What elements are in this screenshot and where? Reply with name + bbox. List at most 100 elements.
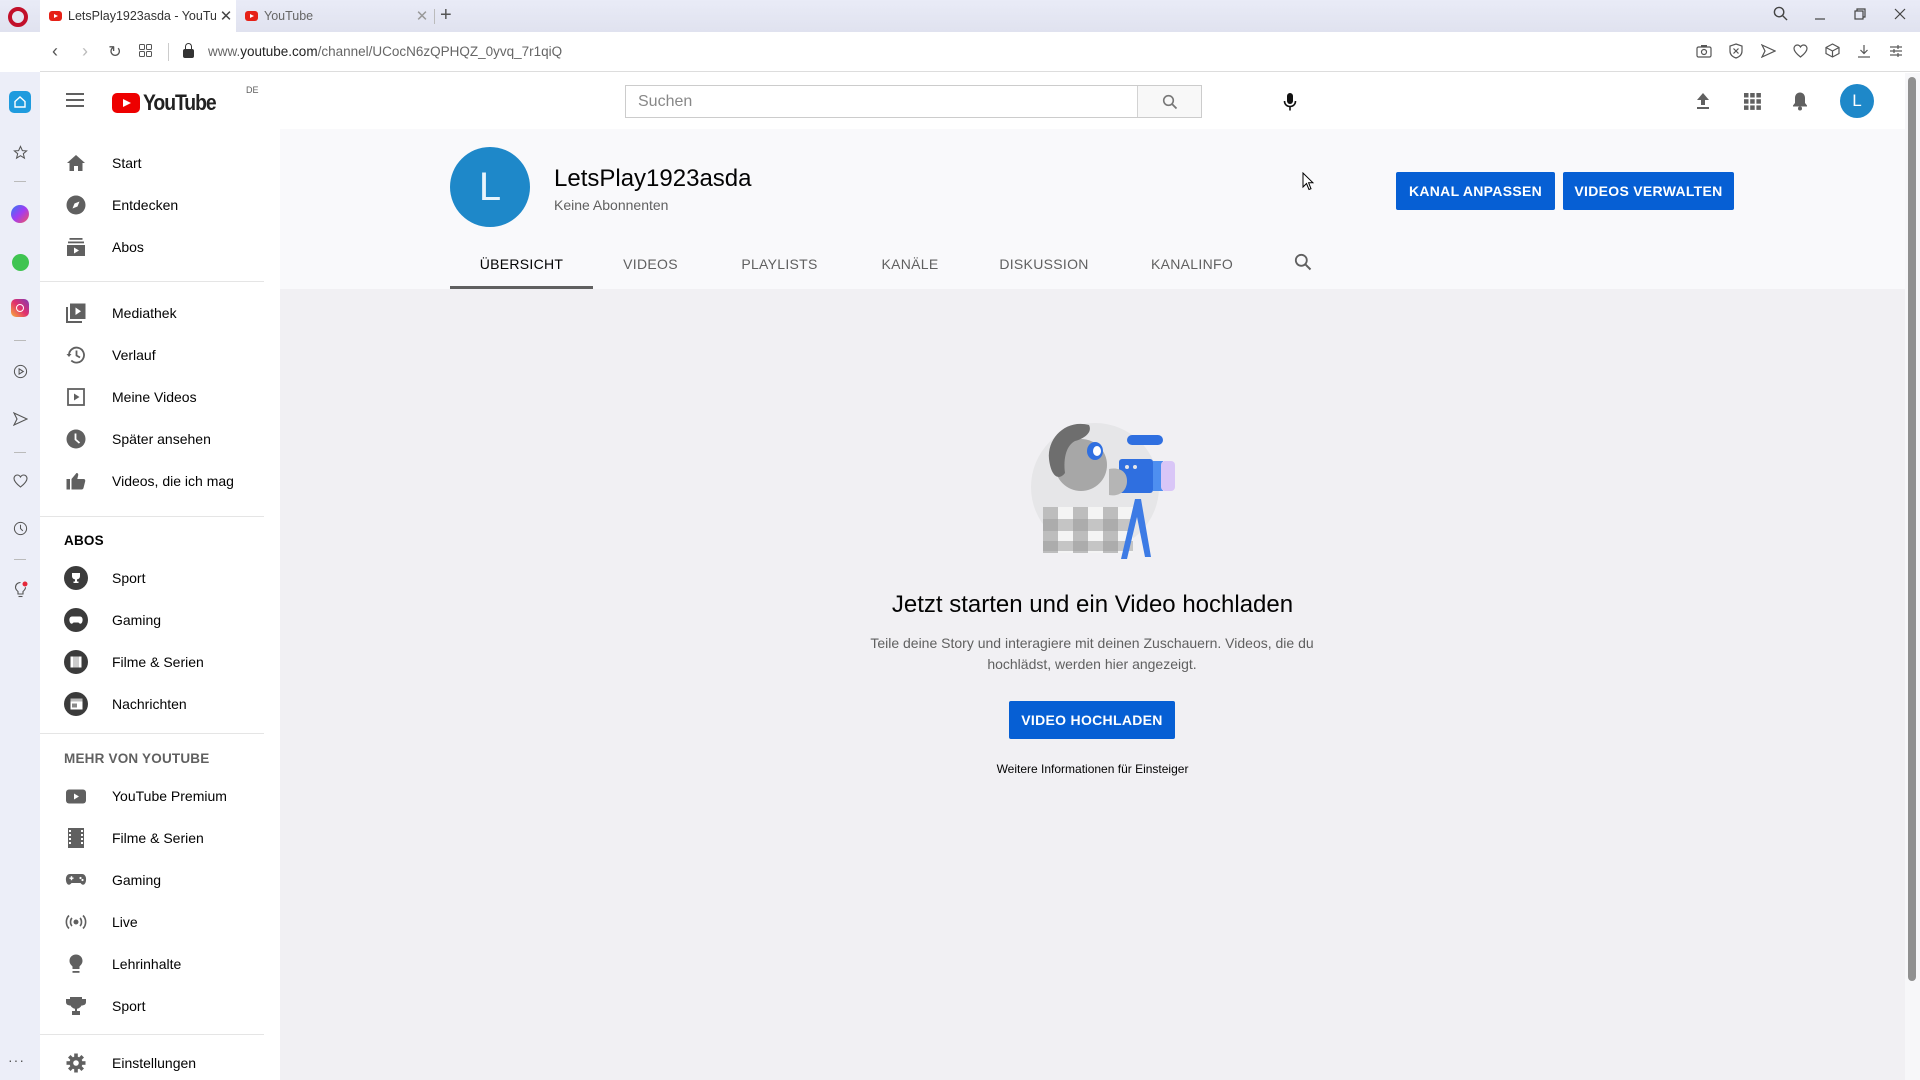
tab-kanalinfo[interactable]: KANALINFO xyxy=(1119,239,1265,289)
reload-icon[interactable]: ↻ xyxy=(100,42,130,62)
nav-label: Später ansehen xyxy=(112,431,211,447)
window-controls xyxy=(1760,0,1920,32)
search-icon[interactable] xyxy=(1760,6,1800,26)
nav-item-mediathek[interactable]: Mediathek xyxy=(40,293,280,333)
nav-item-sub-sport[interactable]: Sport xyxy=(40,558,280,598)
manage-videos-button[interactable]: VIDEOS VERWALTEN xyxy=(1563,172,1734,210)
customize-channel-button[interactable]: KANAL ANPASSEN xyxy=(1396,172,1555,210)
nav-item-sub-gaming[interactable]: Gaming xyxy=(40,600,280,640)
nav-item-gaming[interactable]: Gaming xyxy=(40,860,280,900)
nav-item-abos[interactable]: Abos xyxy=(40,227,280,267)
search-button[interactable] xyxy=(1137,86,1201,117)
nav-item-youtube-premium[interactable]: YouTube Premium xyxy=(40,776,280,816)
history-icon[interactable] xyxy=(9,517,31,539)
download-icon[interactable] xyxy=(1848,44,1880,61)
restore-icon[interactable] xyxy=(1840,7,1880,26)
player-icon[interactable] xyxy=(9,360,31,382)
camera-icon[interactable] xyxy=(1688,44,1720,61)
tab-playlists[interactable]: PLAYLISTS xyxy=(708,239,851,289)
channel-search-button[interactable] xyxy=(1294,253,1312,276)
nav-item-start[interactable]: Start xyxy=(40,143,280,183)
menu-icon[interactable] xyxy=(66,93,84,107)
lock-icon[interactable] xyxy=(183,43,194,58)
scrollbar-thumb[interactable] xyxy=(1908,77,1916,981)
nav-label: Sport xyxy=(112,570,146,586)
beginner-info-link[interactable]: Weitere Informationen für Einsteiger xyxy=(280,762,1905,776)
tab-kanaele[interactable]: KANÄLE xyxy=(851,239,969,289)
country-code: DE xyxy=(246,85,259,95)
tab-uebersicht[interactable]: ÜBERSICHT xyxy=(450,239,593,289)
nav-item-meine-videos[interactable]: Meine Videos xyxy=(40,377,280,417)
apps-button[interactable] xyxy=(1740,89,1764,113)
url-domain: youtube.com xyxy=(240,44,318,59)
trophy-icon xyxy=(64,566,88,590)
nav-item-sub-nachrichten[interactable]: Nachrichten xyxy=(40,684,280,724)
film-icon xyxy=(64,650,88,674)
notifications-button[interactable] xyxy=(1788,89,1812,113)
nav-item-sub-filme-serien[interactable]: Filme & Serien xyxy=(40,642,280,682)
send-icon[interactable] xyxy=(9,408,31,430)
nav-item-entdecken[interactable]: Entdecken xyxy=(40,185,280,225)
browser-tab-active[interactable]: LetsPlay1923asda - YouTube ✕ xyxy=(40,0,236,32)
tab-diskussion[interactable]: DISKUSSION xyxy=(969,239,1119,289)
live-icon xyxy=(64,910,88,934)
minimize-icon[interactable] xyxy=(1800,7,1840,26)
lightbulb-icon[interactable] xyxy=(9,578,31,600)
back-icon[interactable]: ‹ xyxy=(40,41,70,62)
search-icon xyxy=(1294,253,1312,271)
send-icon[interactable] xyxy=(1752,43,1784,61)
page-scrollbar[interactable] xyxy=(1905,73,1920,1080)
nav-item-lehrinhalte[interactable]: Lehrinhalte xyxy=(40,944,280,984)
easy-setup-icon[interactable] xyxy=(1880,44,1912,60)
nav-item-verlauf[interactable]: Verlauf xyxy=(40,335,280,375)
forward-icon[interactable]: › xyxy=(70,41,100,62)
browser-tab-bar: LetsPlay1923asda - YouTube ✕ YouTube ✕ + xyxy=(0,0,1920,32)
nav-label: Entdecken xyxy=(112,197,179,213)
browser-tab[interactable]: YouTube ✕ xyxy=(236,0,432,32)
tab-videos[interactable]: VIDEOS xyxy=(593,239,708,289)
channel-tabs: ÜBERSICHT VIDEOS PLAYLISTS KANÄLE DISKUS… xyxy=(450,239,1265,289)
nav-item-liked-videos[interactable]: Videos, die ich mag xyxy=(40,461,280,501)
speed-dial-icon[interactable] xyxy=(130,41,160,62)
close-icon[interactable] xyxy=(1880,7,1920,26)
nav-label: Live xyxy=(112,914,138,930)
more-icon[interactable]: ··· xyxy=(8,1052,25,1068)
empty-state-title: Jetzt starten und ein Video hochladen xyxy=(891,591,1294,618)
nav-item-live[interactable]: Live xyxy=(40,902,280,942)
nav-item-sport[interactable]: Sport xyxy=(40,986,280,1026)
opera-logo-icon[interactable] xyxy=(8,7,28,27)
youtube-logo[interactable]: YouTube DE xyxy=(112,85,259,116)
upload-button[interactable] xyxy=(1691,89,1715,113)
heart-icon[interactable] xyxy=(9,470,31,492)
channel-avatar[interactable]: L xyxy=(450,147,530,227)
nav-label: Verlauf xyxy=(112,347,156,363)
cube-icon[interactable] xyxy=(1816,43,1848,61)
lightbulb-icon xyxy=(64,952,88,976)
close-tab-icon[interactable]: ✕ xyxy=(412,7,432,25)
close-tab-icon[interactable]: ✕ xyxy=(216,7,236,25)
search-input[interactable] xyxy=(626,86,1137,117)
nav-item-spaeter-ansehen[interactable]: Später ansehen xyxy=(40,419,280,459)
subscriptions-icon xyxy=(64,235,88,259)
home-icon[interactable] xyxy=(9,91,31,113)
new-tab-button[interactable]: + xyxy=(440,4,452,27)
star-icon[interactable] xyxy=(9,141,31,163)
channel-name: LetsPlay1923asda xyxy=(554,165,752,192)
youtube-favicon-icon xyxy=(245,11,258,21)
voice-search-button[interactable] xyxy=(1278,90,1302,114)
bell-icon xyxy=(1793,92,1807,111)
nav-item-einstellungen[interactable]: Einstellungen xyxy=(40,1043,280,1080)
address-bar: ‹ › ↻ www.youtube.com/channel/UCocN6zQPH… xyxy=(40,32,1920,72)
tab-title: LetsPlay1923asda - YouTube xyxy=(68,9,216,23)
instagram-icon[interactable] xyxy=(9,297,31,319)
nav-item-filme-serien[interactable]: Filme & Serien xyxy=(40,818,280,858)
adblock-icon[interactable] xyxy=(1720,42,1752,62)
messenger-icon[interactable] xyxy=(9,203,31,225)
subscriber-count: Keine Abonnenten xyxy=(554,197,669,213)
tab-title: YouTube xyxy=(264,9,314,23)
account-avatar[interactable]: L xyxy=(1840,84,1874,118)
heart-icon[interactable] xyxy=(1784,43,1816,61)
whatsapp-icon[interactable] xyxy=(9,251,31,273)
url-field[interactable]: www.youtube.com/channel/UCocN6zQPHQZ_0yv… xyxy=(208,44,562,59)
upload-video-button[interactable]: VIDEO HOCHLADEN xyxy=(1009,701,1175,739)
